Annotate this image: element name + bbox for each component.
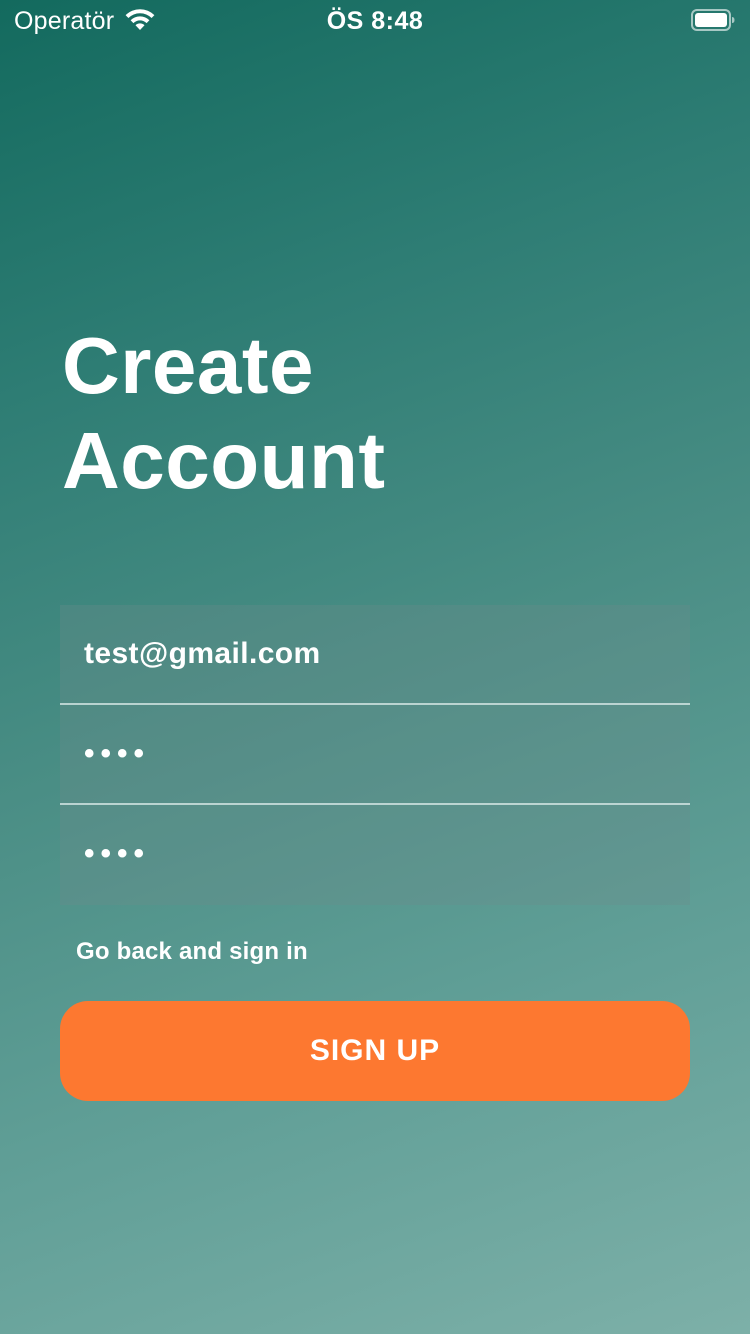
title-line-2: Account: [62, 416, 386, 505]
status-bar: Operatör ÖS 8:48: [0, 0, 750, 40]
page-title: Create Account: [62, 318, 662, 508]
email-field[interactable]: [60, 605, 690, 703]
password-field-container: [60, 705, 690, 805]
password-field[interactable]: [60, 705, 690, 803]
battery-icon: [691, 9, 735, 31]
sign-up-button[interactable]: SIGN UP: [60, 1001, 690, 1101]
email-field-container: [60, 605, 690, 705]
status-time: ÖS 8:48: [326, 7, 424, 35]
go-back-sign-in-link[interactable]: Go back and sign in: [76, 936, 308, 968]
title-line-1: Create: [62, 321, 315, 410]
confirm-password-field-container: [60, 805, 690, 905]
confirm-password-field[interactable]: [60, 805, 690, 903]
signup-form: [60, 605, 690, 905]
